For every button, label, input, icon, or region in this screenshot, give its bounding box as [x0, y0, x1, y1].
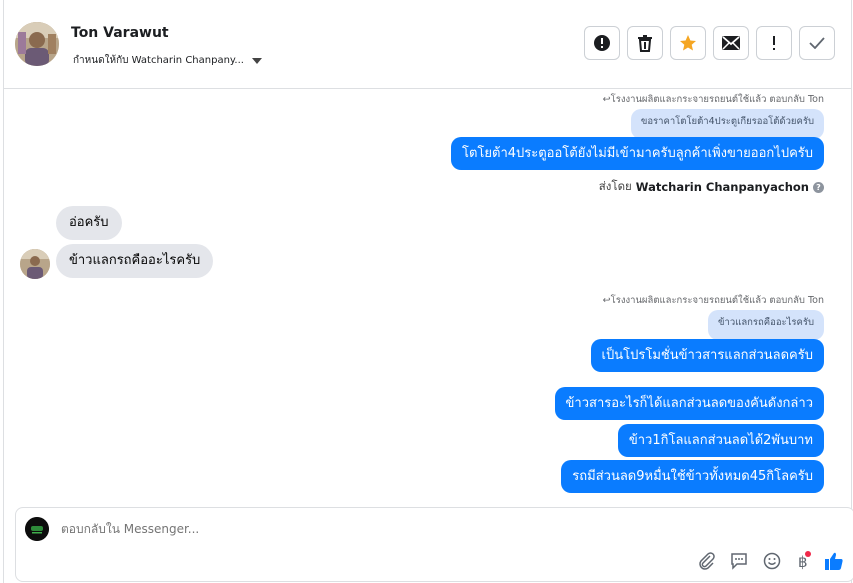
contact-avatar-small: [20, 249, 50, 279]
assignment-label: กำหนดให้กับ Watcharin Chanpany...: [73, 55, 244, 66]
incoming-message[interactable]: ข้าวแลกรถคืออะไรครับ: [56, 244, 214, 278]
star-icon: [680, 35, 696, 51]
sent-by-info: ส่งโดย Watcharin Chanpanyachon?: [599, 178, 824, 196]
contact-name: Ton Varawut: [71, 25, 169, 41]
message-list[interactable]: ↩โรงงานผลิตและกระจายรถยนต์ใช้แล้ว ตอบกลั…: [4, 89, 851, 506]
incoming-message[interactable]: อ่อครับ: [56, 206, 122, 240]
emoji-icon[interactable]: [762, 551, 782, 571]
mark-done-button[interactable]: [799, 26, 835, 60]
caret-down-icon: [251, 57, 262, 64]
saved-reply-icon[interactable]: [729, 551, 749, 571]
reply-input[interactable]: [61, 522, 561, 536]
outgoing-message[interactable]: รถมีส่วนลด9หมื่นใช้ข้าวทั้งหมด45กิโลครับ: [561, 460, 824, 493]
reply-arrow-icon: ↩: [602, 94, 611, 105]
outgoing-message[interactable]: โตโยต้า4ประตูออโต้ยังไม่มีเข้ามาครับลูกค…: [450, 137, 824, 170]
baht-icon[interactable]: ฿: [793, 551, 813, 571]
conversation-header: Ton Varawut กำหนดให้กับ Watcharin Chanpa…: [4, 0, 851, 89]
follow-up-button[interactable]: [756, 26, 792, 60]
quoted-message[interactable]: ข้าวแลกรถคืออะไรครับ: [708, 310, 824, 340]
trash-icon: [638, 35, 652, 52]
reply-arrow-icon: ↩: [602, 295, 611, 306]
paperclip-icon[interactable]: [697, 551, 717, 571]
thumbs-up-icon[interactable]: [824, 551, 844, 571]
reply-indicator: ↩โรงงานผลิตและกระจายรถยนต์ใช้แล้ว ตอบกลั…: [602, 295, 824, 306]
quoted-message[interactable]: ขอราคาโตโยต้า4ประตูเกียรออโต้ด้วยครับ: [630, 109, 824, 139]
delete-button[interactable]: [627, 26, 663, 60]
exclamation-icon: [773, 36, 775, 50]
star-button[interactable]: [670, 26, 706, 60]
page-avatar: [25, 517, 49, 541]
reply-indicator: ↩โรงงานผลิตและกระจายรถยนต์ใช้แล้ว ตอบกลั…: [602, 94, 824, 105]
conversation-panel: Ton Varawut กำหนดให้กับ Watcharin Chanpa…: [3, 0, 853, 583]
mark-unread-button[interactable]: [713, 26, 749, 60]
outgoing-message[interactable]: ข้าว1กิโลแลกส่วนลดได้2พันบาท: [617, 424, 824, 457]
outgoing-message[interactable]: ข้าวสารอะไรก็ได้แลกส่วนลดของคันดังกล่าว: [554, 387, 824, 420]
mark-spam-button[interactable]: [584, 26, 620, 60]
check-icon: [809, 37, 825, 49]
alert-circle-icon: [594, 35, 610, 51]
outgoing-message[interactable]: เป็นโปรโมชั่นข้าวสารแลกส่วนลดครับ: [590, 339, 824, 372]
envelope-icon: [722, 36, 740, 50]
contact-avatar[interactable]: [15, 22, 59, 66]
assignment-dropdown[interactable]: กำหนดให้กับ Watcharin Chanpany...: [73, 53, 262, 68]
message-composer[interactable]: ฿: [15, 507, 853, 582]
help-icon[interactable]: ?: [813, 181, 824, 193]
